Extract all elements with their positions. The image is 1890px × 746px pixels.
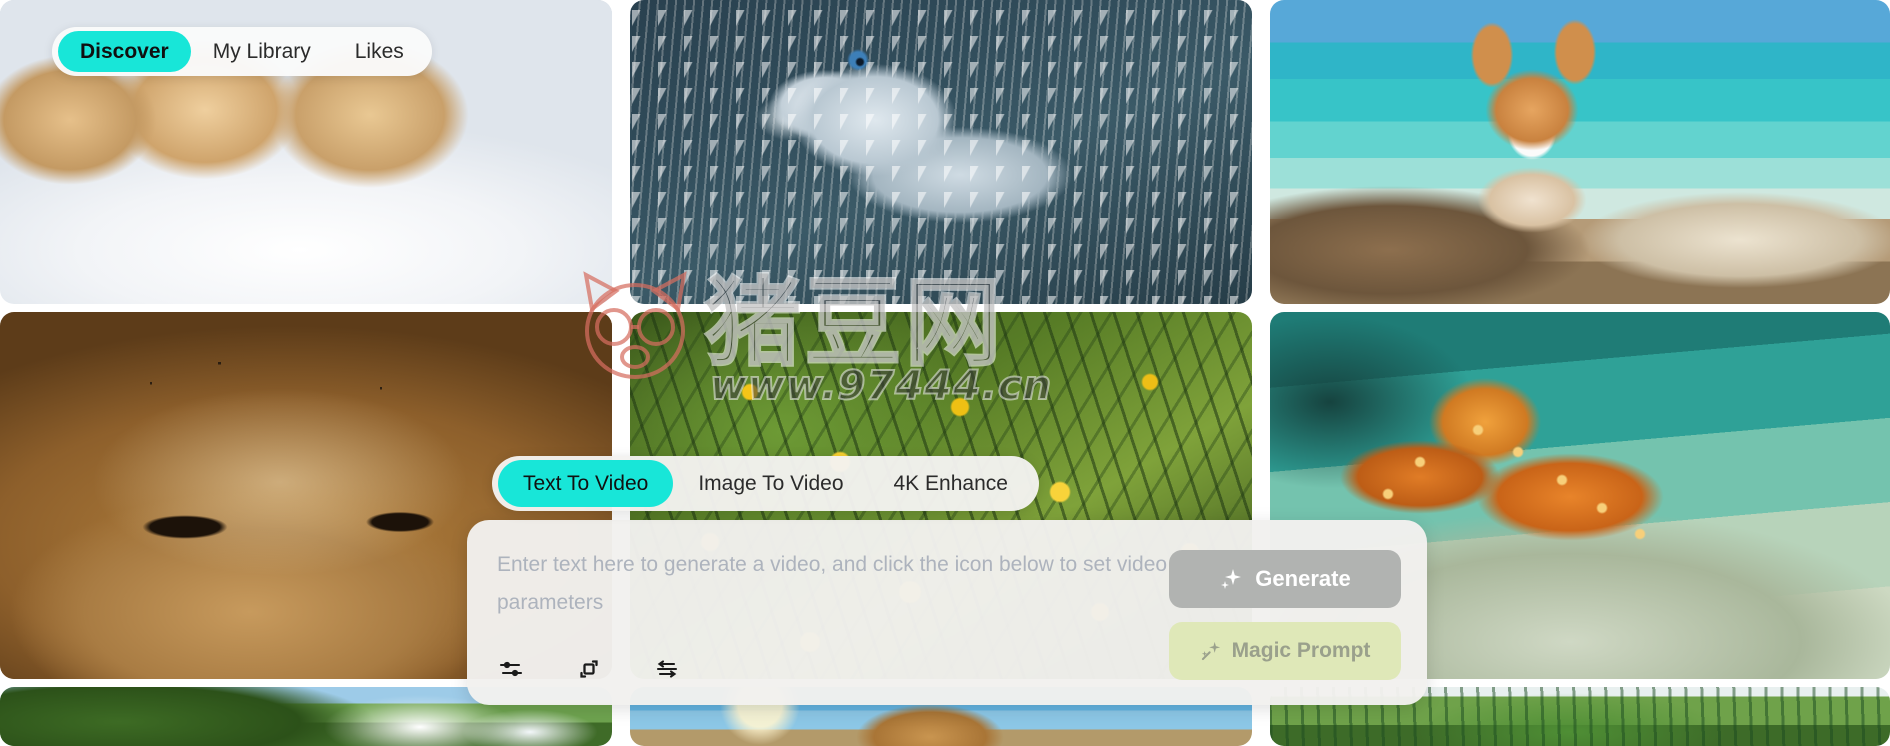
top-navigation: Discover My Library Likes [52,27,432,76]
tile-corgi-beach[interactable] [1260,0,1890,312]
mode-tab-image-to-video[interactable]: Image To Video [673,460,868,507]
mode-tab-text-to-video[interactable]: Text To Video [498,460,674,507]
settings-sliders-button[interactable] [491,649,531,689]
tile-corgi-beach-art [1270,0,1890,304]
nav-tab-my-library[interactable]: My Library [191,31,333,72]
mode-tab-4k-enhance[interactable]: 4K Enhance [869,460,1033,507]
motion-icon [656,660,678,678]
nav-tab-discover[interactable]: Discover [58,31,191,72]
sparkle-icon [1221,569,1242,589]
prompt-composer-panel: Generate Magic Prompt [467,520,1427,705]
magic-wand-icon [1201,641,1220,661]
motion-strength-button[interactable] [647,649,687,689]
magic-prompt-button[interactable]: Magic Prompt [1169,622,1401,680]
prompt-input[interactable] [497,546,1177,630]
settings-sliders-icon [499,661,523,677]
generate-button-label: Generate [1255,566,1351,591]
generation-mode-tabs: Text To Video Image To Video 4K Enhance [492,456,1039,511]
app-root: 猪豆网 www.97444.cn Discover My Library Lik… [0,0,1890,746]
tile-ice-dragon[interactable] [620,0,1260,312]
prompt-tool-row [491,649,687,689]
generate-button[interactable]: Generate [1169,550,1401,608]
aspect-ratio-button[interactable] [569,649,609,689]
aspect-ratio-icon [580,660,598,678]
magic-prompt-button-label: Magic Prompt [1231,639,1371,662]
tile-ice-dragon-art [630,0,1252,304]
nav-tab-likes[interactable]: Likes [333,31,426,72]
